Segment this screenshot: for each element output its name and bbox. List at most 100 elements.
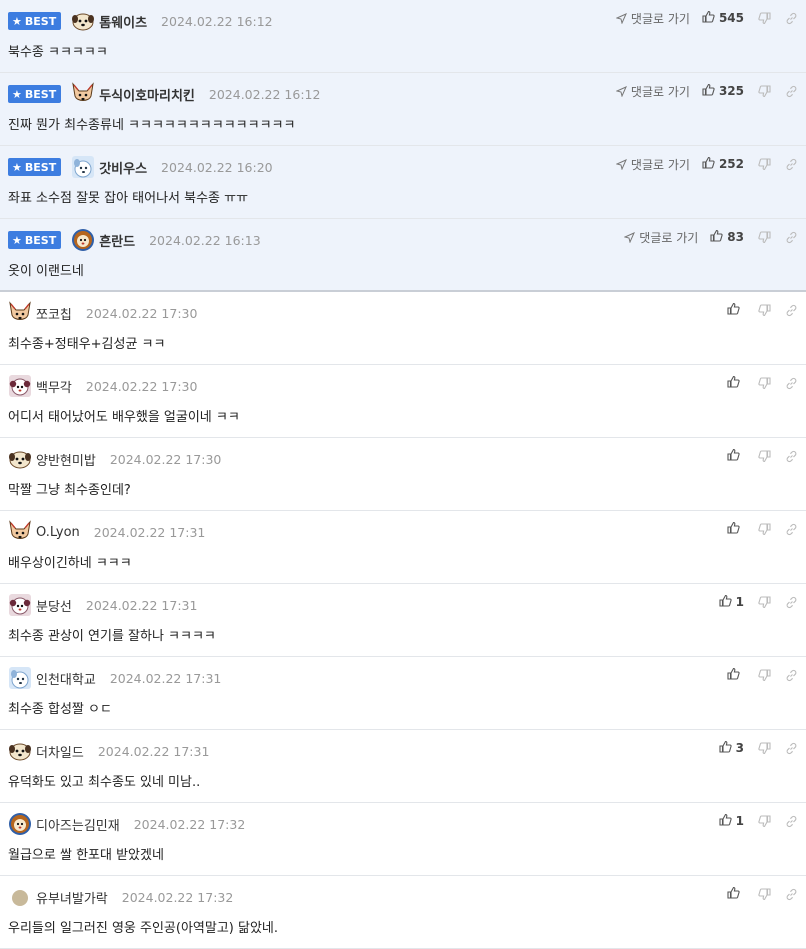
goto-comment-link[interactable]: 댓글로 가기: [615, 83, 690, 100]
link-button[interactable]: [785, 742, 798, 755]
like-button[interactable]: 3: [719, 740, 744, 756]
link-button[interactable]: [785, 523, 798, 536]
goto-comment-link[interactable]: 댓글로 가기: [615, 10, 690, 27]
link-button[interactable]: [785, 669, 798, 682]
link-button[interactable]: [785, 12, 798, 25]
blue-dog-avatar-icon[interactable]: [71, 155, 95, 179]
nickname[interactable]: 양반현미밥: [36, 450, 96, 469]
lion-avatar-icon[interactable]: [71, 228, 95, 252]
thumbs-up-icon: [710, 229, 727, 245]
poodle-avatar-icon[interactable]: [8, 374, 32, 398]
dislike-button[interactable]: [758, 887, 771, 901]
nickname[interactable]: 분당선: [36, 596, 72, 615]
nickname[interactable]: 흔란드: [99, 231, 135, 250]
blue-dog-avatar-icon[interactable]: [8, 666, 32, 690]
like-button[interactable]: 1: [719, 813, 744, 829]
nickname[interactable]: 디아즈는김민재: [36, 815, 120, 834]
dog-avatar-icon[interactable]: [8, 447, 32, 471]
comment-tools: [727, 447, 798, 465]
dislike-button[interactable]: [758, 157, 771, 171]
link-button[interactable]: [785, 231, 798, 244]
dislike-button[interactable]: [758, 11, 771, 25]
star-icon: ★: [12, 87, 22, 101]
goto-label: 댓글로 가기: [630, 84, 690, 99]
comment-header: ★ BEST 흔란드 2024.02.22 16:13: [8, 229, 261, 251]
dislike-button[interactable]: [758, 814, 771, 828]
dislike-button[interactable]: [758, 230, 771, 244]
dislike-button[interactable]: [758, 303, 771, 317]
nickname[interactable]: 쪼코칩: [36, 304, 72, 323]
best-badge: ★ BEST: [8, 12, 62, 30]
like-button[interactable]: 545: [702, 10, 744, 26]
dog-avatar-icon[interactable]: [71, 9, 95, 33]
dislike-button[interactable]: [758, 449, 771, 463]
fox-avatar-icon[interactable]: [71, 82, 95, 106]
star-icon: ★: [12, 14, 22, 28]
comment-header: ★ BEST 두식이호마리치킨 2024.02.22 16:12: [8, 82, 320, 106]
dislike-button[interactable]: [758, 522, 771, 536]
fox-avatar-icon[interactable]: [8, 301, 32, 325]
dislike-button[interactable]: [758, 84, 771, 98]
best-badge: ★ BEST: [8, 158, 62, 176]
like-count: 325: [718, 84, 744, 98]
lion-avatar-icon[interactable]: [8, 812, 32, 836]
goto-comment-link[interactable]: 댓글로 가기: [615, 156, 690, 173]
like-button[interactable]: [727, 448, 744, 464]
dog-avatar-icon[interactable]: [8, 739, 32, 763]
comment-header: 분당선 2024.02.22 17:31: [8, 594, 197, 616]
default-avatar-icon[interactable]: [8, 885, 32, 909]
thumbs-up-icon: [719, 813, 736, 829]
dislike-button[interactable]: [758, 595, 771, 609]
like-button[interactable]: [727, 375, 744, 391]
timestamp: 2024.02.22 17:31: [109, 670, 222, 686]
comment: 양반현미밥 2024.02.22 17:30 막짤 그냥 최수종인데?: [0, 438, 806, 511]
dislike-button[interactable]: [758, 376, 771, 390]
thumbs-up-icon: [719, 594, 736, 610]
like-button[interactable]: 1: [719, 594, 744, 610]
goto-label: 댓글로 가기: [630, 157, 690, 172]
like-count: 252: [718, 157, 744, 171]
nickname[interactable]: 유부녀발가락: [36, 888, 108, 907]
nickname[interactable]: 두식이호마리치킨: [99, 85, 195, 104]
comment-tools: 3: [719, 739, 798, 757]
nickname[interactable]: 더차일드: [36, 742, 84, 761]
link-button[interactable]: [785, 377, 798, 390]
nickname[interactable]: O.Lyon: [36, 525, 80, 540]
comment: 쪼코칩 2024.02.22 17:30 최수종+정태우+김성균 ㅋㅋ: [0, 292, 806, 365]
comment: O.Lyon 2024.02.22 17:31 배우상이긴하네 ㅋㅋㅋ: [0, 511, 806, 584]
thumbs-up-icon: [727, 667, 744, 683]
goto-label: 댓글로 가기: [630, 11, 690, 26]
link-button[interactable]: [785, 596, 798, 609]
comment-text: 배우상이긴하네 ㅋㅋㅋ: [8, 556, 132, 571]
link-button[interactable]: [785, 450, 798, 463]
link-button[interactable]: [785, 815, 798, 828]
link-button[interactable]: [785, 888, 798, 901]
like-button[interactable]: [727, 521, 744, 537]
nickname[interactable]: 인천대학교: [36, 669, 96, 688]
nickname[interactable]: 백무각: [36, 377, 72, 396]
comment: 백무각 2024.02.22 17:30 어디서 태어났어도 배우했을 얼굴이네…: [0, 365, 806, 438]
dislike-button[interactable]: [758, 741, 771, 755]
like-button[interactable]: 83: [710, 229, 744, 245]
timestamp: 2024.02.22 16:20: [161, 159, 273, 175]
star-icon: ★: [12, 233, 22, 247]
like-button[interactable]: 252: [702, 156, 744, 172]
link-button[interactable]: [785, 158, 798, 171]
timestamp: 2024.02.22 17:30: [109, 451, 222, 467]
comment-text: 최수종 합성짤 ㅇㄷ: [8, 702, 112, 717]
like-button[interactable]: [727, 886, 744, 902]
nickname[interactable]: 갓비우스: [99, 158, 147, 177]
nickname[interactable]: 톰웨이츠: [99, 12, 147, 31]
like-button[interactable]: [727, 302, 744, 318]
like-button[interactable]: 325: [702, 83, 744, 99]
comment-tools: 1: [719, 593, 798, 611]
link-button[interactable]: [785, 304, 798, 317]
goto-comment-link[interactable]: 댓글로 가기: [624, 229, 698, 246]
comment: 디아즈는김민재 2024.02.22 17:32 1 월급으로 쌀 한포대 받았…: [0, 803, 806, 876]
fox-avatar-icon[interactable]: [8, 520, 32, 544]
poodle-avatar-icon[interactable]: [8, 593, 32, 617]
dislike-button[interactable]: [758, 668, 771, 682]
like-button[interactable]: [727, 667, 744, 683]
link-button[interactable]: [785, 85, 798, 98]
arrow-icon: [615, 85, 627, 97]
